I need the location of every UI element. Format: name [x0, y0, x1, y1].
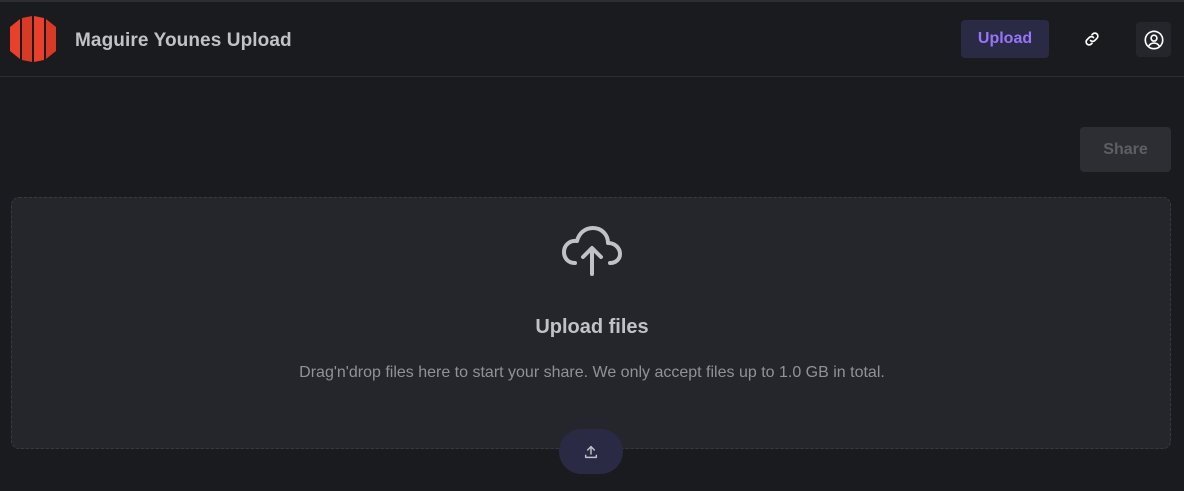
dropzone-description: Drag'n'drop files here to start your sha… — [299, 364, 885, 381]
cloud-upload-icon — [562, 226, 622, 276]
hexagon-logo-icon — [10, 16, 56, 62]
dropzone-title: Upload files — [535, 316, 649, 338]
app-title: Maguire Younes Upload — [75, 30, 292, 51]
nav-upload-button[interactable]: Upload — [961, 20, 1049, 58]
user-menu-button[interactable] — [1136, 22, 1171, 57]
user-circle-icon — [1143, 29, 1164, 50]
app-header: Maguire Younes Upload Upload — [0, 2, 1184, 77]
link-button[interactable] — [1075, 22, 1109, 56]
upload-icon — [584, 445, 598, 458]
share-button[interactable]: Share — [1080, 127, 1171, 172]
link-icon — [1085, 32, 1099, 46]
select-files-button[interactable] — [559, 429, 623, 474]
